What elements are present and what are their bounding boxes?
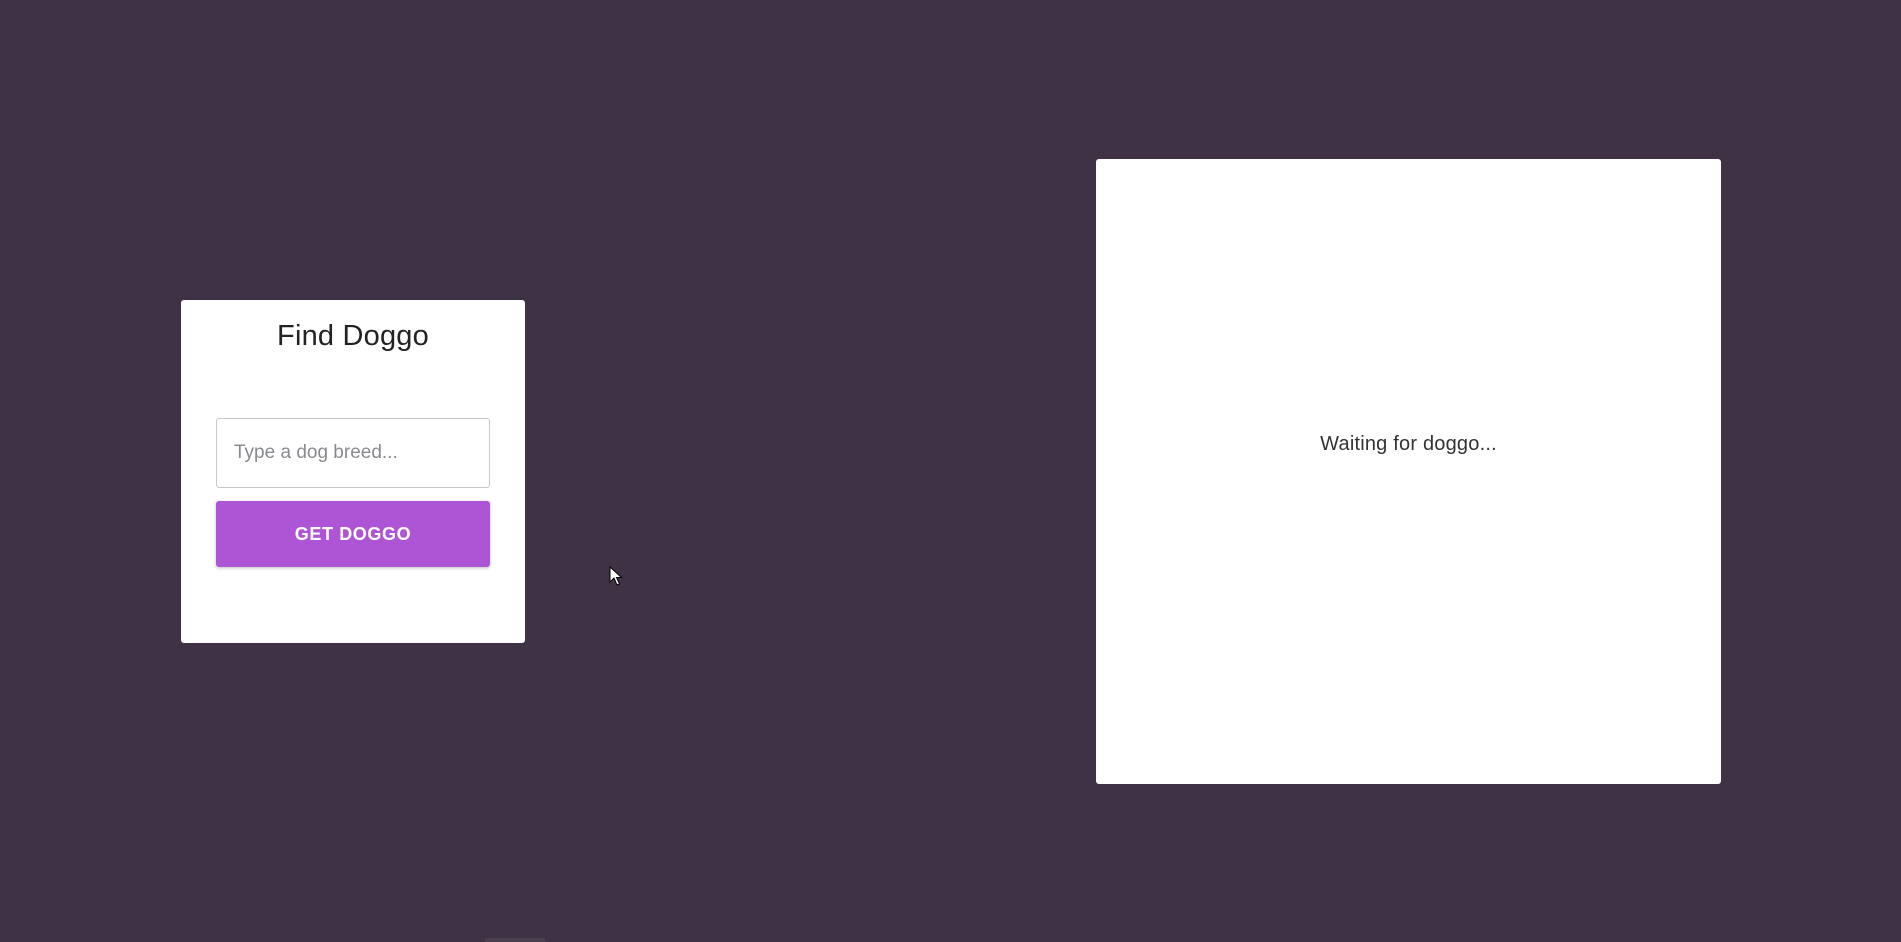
search-title: Find Doggo [277, 320, 429, 352]
get-doggo-button[interactable]: GET DOGGO [216, 501, 490, 567]
app-page: Find Doggo GET DOGGO Waiting for doggo..… [0, 0, 1901, 942]
search-card: Find Doggo GET DOGGO [181, 300, 525, 643]
mouse-pointer-icon [609, 566, 623, 586]
result-card: Waiting for doggo... [1096, 159, 1721, 784]
result-status-text: Waiting for doggo... [1320, 433, 1497, 455]
bottom-edge-element [485, 938, 545, 942]
breed-search-input[interactable] [216, 418, 490, 488]
